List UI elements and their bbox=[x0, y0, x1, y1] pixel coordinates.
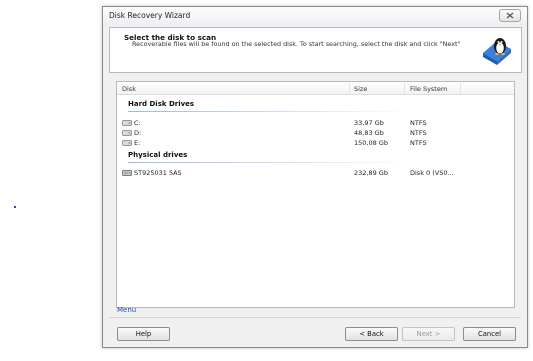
close-button[interactable] bbox=[499, 9, 521, 22]
cancel-button[interactable]: Cancel bbox=[463, 327, 516, 341]
group-title-physical-drives: Physical drives bbox=[128, 151, 188, 159]
column-separator bbox=[404, 83, 405, 93]
disk-size: 150,08 Gb bbox=[354, 139, 388, 147]
disk-file-system: Disk 0 (VS0... bbox=[410, 169, 454, 177]
disk-row-physical[interactable]: ST925031 5AS 232,89 Gb Disk 0 (VS0... bbox=[117, 168, 514, 178]
menu-link[interactable]: Menu bbox=[117, 306, 136, 314]
disk-size: 232,89 Gb bbox=[354, 169, 388, 177]
disk-list[interactable]: Disk Size File System Hard Disk Drives C… bbox=[116, 81, 515, 308]
column-file-system[interactable]: File System bbox=[410, 85, 447, 93]
disk-name: C: bbox=[134, 119, 141, 127]
group-title-hard-disk-drives: Hard Disk Drives bbox=[128, 100, 195, 108]
disk-file-system: NTFS bbox=[410, 139, 427, 147]
hard-drive-icon bbox=[122, 140, 132, 146]
window-title: Disk Recovery Wizard bbox=[109, 11, 191, 20]
header-description: Recoverable files will be found on the s… bbox=[132, 40, 461, 48]
disk-file-system: NTFS bbox=[410, 119, 427, 127]
disk-row-c[interactable]: C: 33,97 Gb NTFS bbox=[117, 118, 514, 128]
close-icon bbox=[506, 12, 514, 19]
column-disk[interactable]: Disk bbox=[122, 85, 136, 93]
hard-drive-icon bbox=[122, 130, 132, 136]
disk-row-e[interactable]: E: 150,08 Gb NTFS bbox=[117, 138, 514, 148]
title-bar[interactable]: Disk Recovery Wizard bbox=[103, 7, 527, 25]
group-divider bbox=[128, 111, 413, 112]
column-header: Disk Size File System bbox=[117, 82, 514, 95]
help-button[interactable]: Help bbox=[117, 327, 170, 341]
disk-size: 48,83 Gb bbox=[354, 129, 384, 137]
disk-row-d[interactable]: D: 48,83 Gb NTFS bbox=[117, 128, 514, 138]
disk-file-system: NTFS bbox=[410, 129, 427, 137]
hard-drive-icon bbox=[122, 120, 132, 126]
stray-dot bbox=[14, 206, 16, 208]
disk-name: D: bbox=[134, 129, 142, 137]
wizard-window: Disk Recovery Wizard Select the disk to … bbox=[102, 6, 528, 348]
disk-name: E: bbox=[134, 139, 141, 147]
disk-with-penguin-icon bbox=[483, 38, 511, 65]
column-separator bbox=[349, 83, 350, 93]
back-button[interactable]: < Back bbox=[345, 327, 398, 341]
group-divider bbox=[128, 162, 413, 163]
footer-divider bbox=[109, 317, 521, 318]
column-separator bbox=[460, 83, 461, 93]
physical-drive-icon bbox=[122, 170, 132, 176]
column-size[interactable]: Size bbox=[354, 85, 367, 93]
disk-name: ST925031 5AS bbox=[134, 169, 182, 177]
disk-size: 33,97 Gb bbox=[354, 119, 384, 127]
wizard-header: Select the disk to scan Recoverable file… bbox=[109, 27, 522, 73]
next-button[interactable]: Next > bbox=[402, 327, 455, 341]
